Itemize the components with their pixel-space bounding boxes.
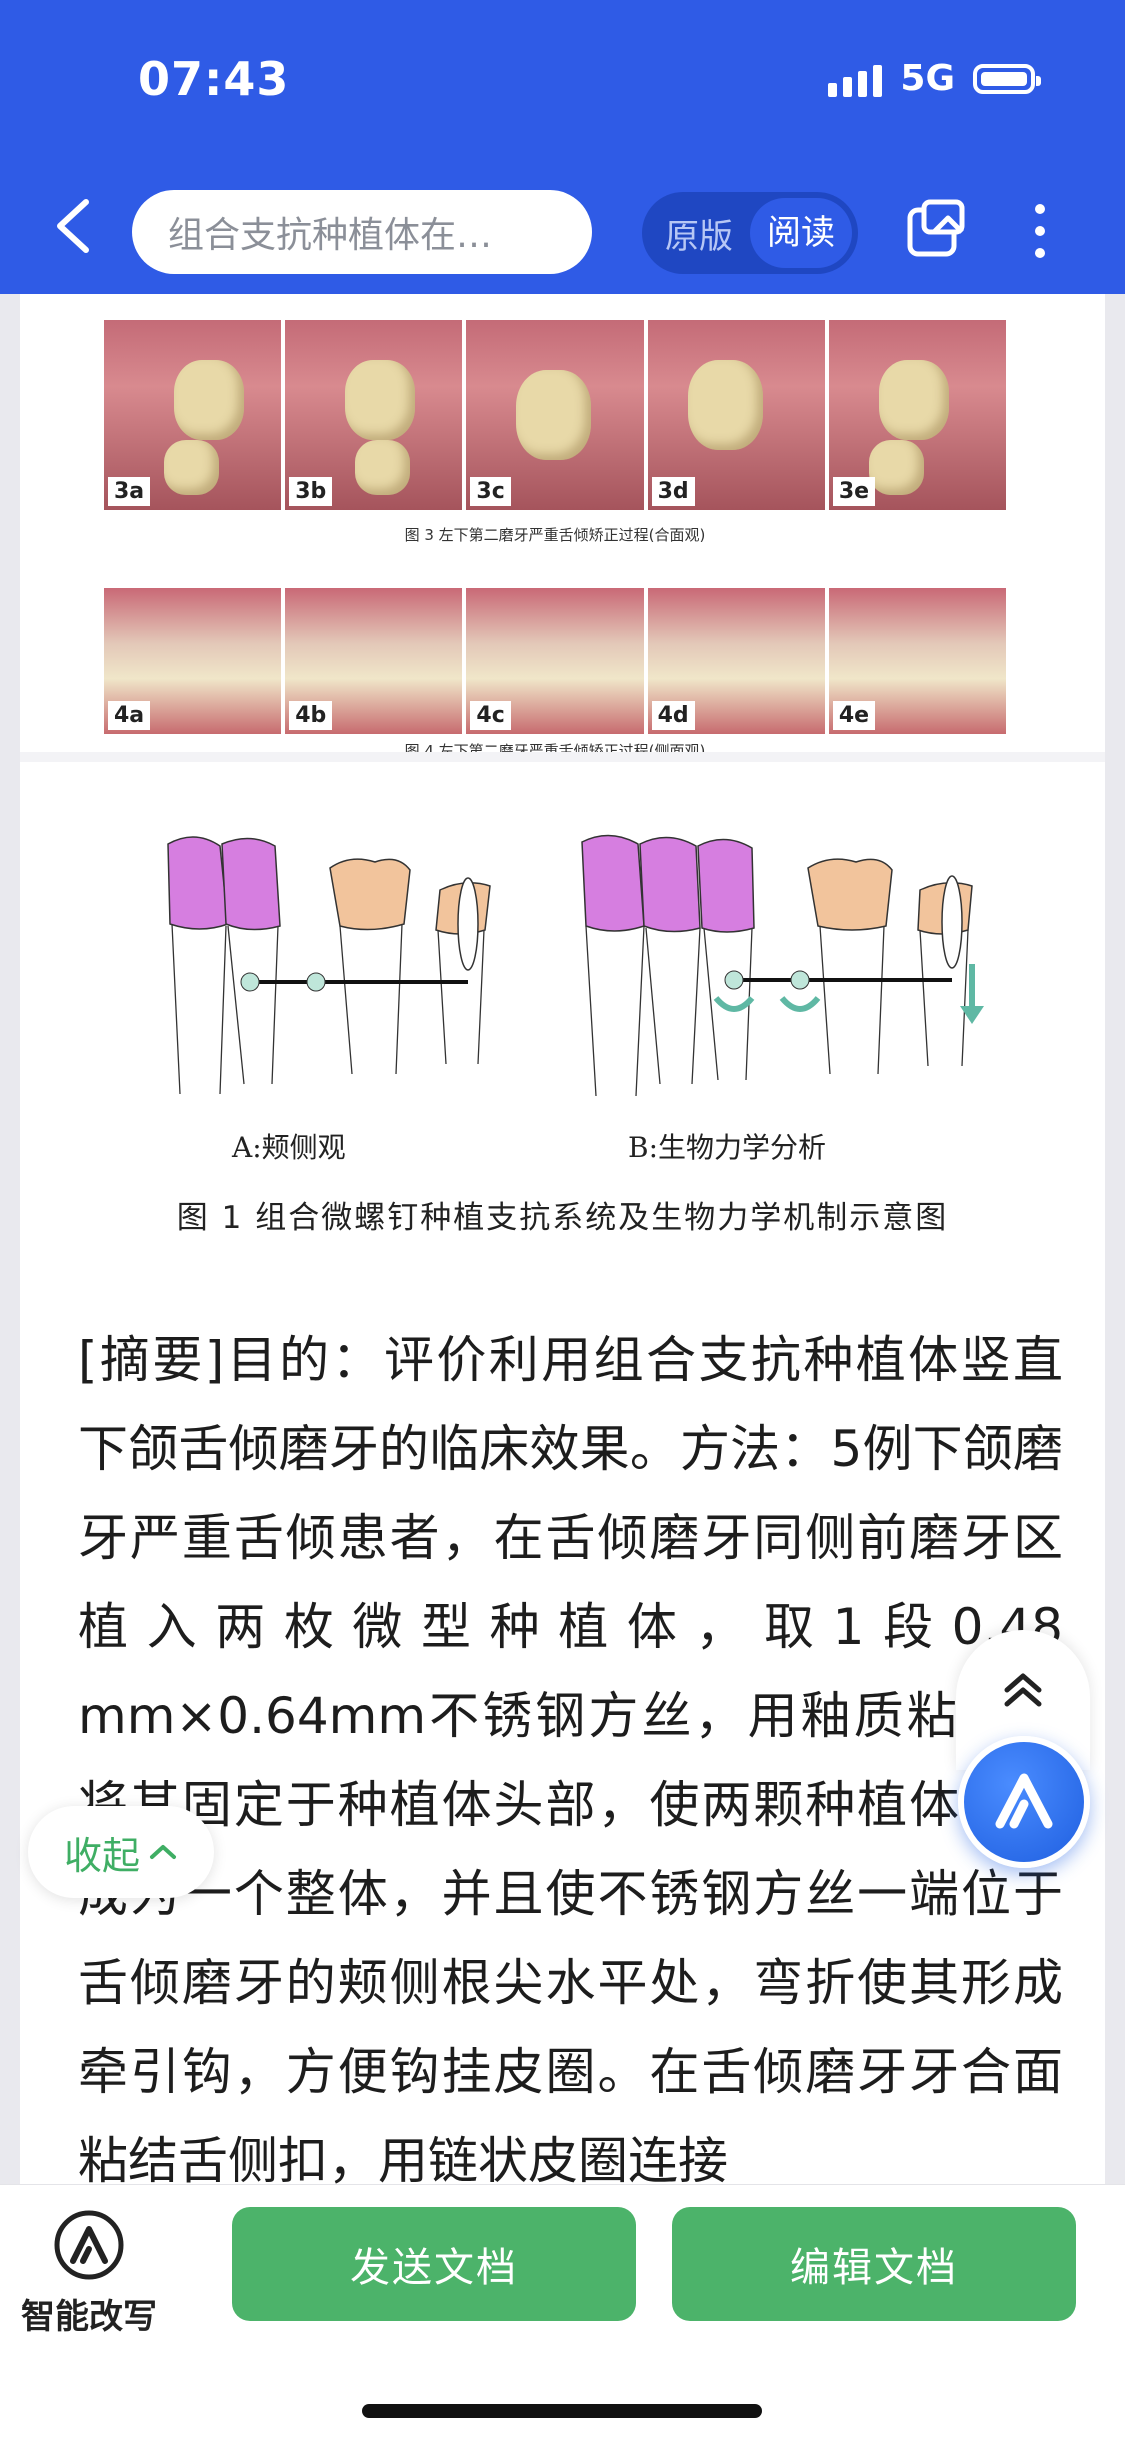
back-arrow-icon[interactable]: [52, 196, 94, 256]
photo-4c: 4c: [466, 588, 644, 734]
page-separator: [20, 752, 1105, 762]
signal-icon: [828, 61, 883, 97]
photo-4e: 4e: [828, 588, 1007, 734]
figure-3-caption: 图 3 左下第二磨牙严重舌倾矫正过程(合面观): [404, 526, 706, 544]
ai-assistant-button[interactable]: [958, 1736, 1090, 1868]
photo-3a: 3a: [104, 320, 282, 510]
view-mode-toggle[interactable]: 原版 阅读: [642, 192, 858, 274]
document-view[interactable]: 3a 3b 3c 3d 3e 图 3 左下第二磨牙严重舌倾矫正过程(合面观) 4…: [20, 294, 1105, 2184]
smart-rewrite-button[interactable]: 智能改写: [14, 2209, 164, 2338]
home-indicator[interactable]: [362, 2404, 762, 2418]
collapse-button[interactable]: 收起: [28, 1806, 214, 1898]
battery-icon: [973, 63, 1041, 94]
photo-3e: 3e: [828, 320, 1007, 510]
ai-logo-icon: [995, 1773, 1053, 1829]
send-document-button[interactable]: 发送文档: [232, 2207, 636, 2321]
network-type: 5G: [900, 58, 955, 99]
bottom-action-bar: 智能改写 发送文档 编辑文档: [0, 2184, 1125, 2440]
double-chevron-up-icon: [1004, 1673, 1042, 1707]
photo-row-occlusal: 3a 3b 3c 3d 3e: [104, 320, 1007, 510]
abstract-text: [摘要]目的：评价利用组合支抗种植体竖直下颌舌倾磨牙的临床效果。方法：5例下颌磨…: [78, 1331, 1063, 2184]
photo-3c: 3c: [466, 320, 644, 510]
status-time: 07:43: [138, 52, 290, 106]
chevron-up-icon: [150, 1845, 176, 1859]
photo-4a: 4a: [104, 588, 282, 734]
panel-a-teeth: [167, 836, 491, 1095]
photo-4d: 4d: [647, 588, 825, 734]
figure-1-caption: 图 1 组合微螺钉种植支抗系统及生物力学机制示意图: [176, 1200, 949, 1236]
anchorage-diagram: [167, 834, 984, 1097]
collapse-label: 收起: [63, 1833, 140, 1878]
more-menu-icon[interactable]: [1034, 204, 1046, 258]
status-icons: 5G: [828, 58, 1041, 99]
top-app-bar: 07:43 5G 组合支抗种植体在… 原版 阅读: [0, 0, 1125, 294]
panel-b-teeth: [581, 834, 984, 1097]
edit-document-button[interactable]: 编辑文档: [672, 2207, 1076, 2321]
smart-rewrite-label: 智能改写: [21, 2297, 157, 2337]
panel-b-label: B:生物力学分析: [628, 1131, 827, 1164]
panel-a-label: A:颊侧观: [232, 1131, 346, 1164]
photo-row-lateral: 4a 4b 4c 4d 4e: [104, 588, 1007, 734]
photo-3b: 3b: [285, 320, 463, 510]
clinical-photos-figure: 3a 3b 3c 3d 3e 图 3 左下第二磨牙严重舌倾矫正过程(合面观) 4…: [104, 320, 1007, 761]
share-icon[interactable]: [904, 196, 968, 260]
mode-reading-tab[interactable]: 阅读: [750, 198, 852, 268]
photo-3d: 3d: [647, 320, 825, 510]
document-title-search[interactable]: 组合支抗种植体在…: [132, 190, 592, 274]
mode-original-tab[interactable]: 原版: [648, 209, 750, 258]
photo-4b: 4b: [285, 588, 463, 734]
search-text: 组合支抗种植体在…: [168, 215, 493, 256]
ai-logo-icon: [54, 2210, 124, 2280]
